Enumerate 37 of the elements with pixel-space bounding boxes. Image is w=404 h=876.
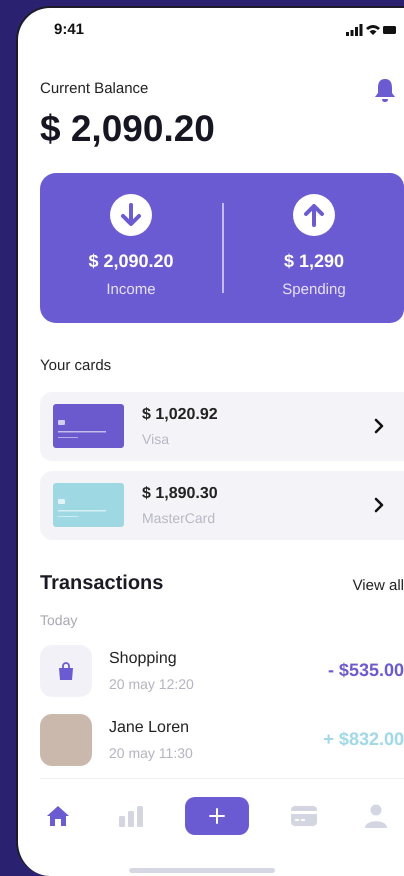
card-balance: $ 1,890.30: [142, 484, 219, 504]
chevron-right-icon: [374, 497, 384, 513]
card-type: Visa: [142, 430, 170, 448]
view-all-link[interactable]: View all: [352, 575, 404, 598]
chevron-right-icon: [374, 418, 384, 434]
transaction-name: Shopping: [109, 648, 178, 668]
credit-card-icon: [290, 806, 316, 826]
card-balance: $ 1,020.92: [142, 404, 219, 424]
bell-icon[interactable]: [374, 78, 396, 103]
status-icons: [346, 24, 396, 36]
photo-placeholder: [40, 714, 92, 766]
card-row[interactable]: $ 1,020.92 Visa: [40, 392, 404, 460]
date-group-label: Today: [40, 610, 78, 630]
arrow-down-icon: [110, 194, 152, 236]
balance-label: Current Balance: [40, 79, 148, 99]
add-button[interactable]: [185, 797, 249, 835]
status-time: 9:41: [54, 20, 84, 40]
person-icon: [365, 804, 387, 828]
transaction-time: 20 may 11:30: [109, 744, 194, 763]
card-row[interactable]: $ 1,890.30 MasterCard: [40, 470, 404, 540]
shopping-bag-icon: [58, 662, 74, 680]
plus-icon: [209, 808, 225, 824]
home-icon: [46, 805, 70, 827]
balance-amount: $ 2,090.20: [40, 107, 216, 151]
section-title: Transactions: [40, 570, 164, 596]
transaction-amount: + $832.00: [323, 728, 404, 751]
transaction-name: Jane Loren: [109, 718, 190, 738]
summary-amount: $ 2,090.20: [88, 250, 174, 274]
arrow-up-icon: [293, 194, 335, 236]
section-title: Your cards: [40, 356, 112, 376]
summary-label: Spending: [282, 280, 346, 300]
summary-amount: $ 1,290: [284, 250, 344, 274]
bar-chart-icon: [118, 805, 144, 827]
summary-label: Income: [106, 280, 156, 300]
card-type: MasterCard: [142, 508, 216, 528]
transaction-time: 20 may 12:20: [109, 674, 195, 694]
transaction-amount: - $535.00: [328, 659, 404, 682]
